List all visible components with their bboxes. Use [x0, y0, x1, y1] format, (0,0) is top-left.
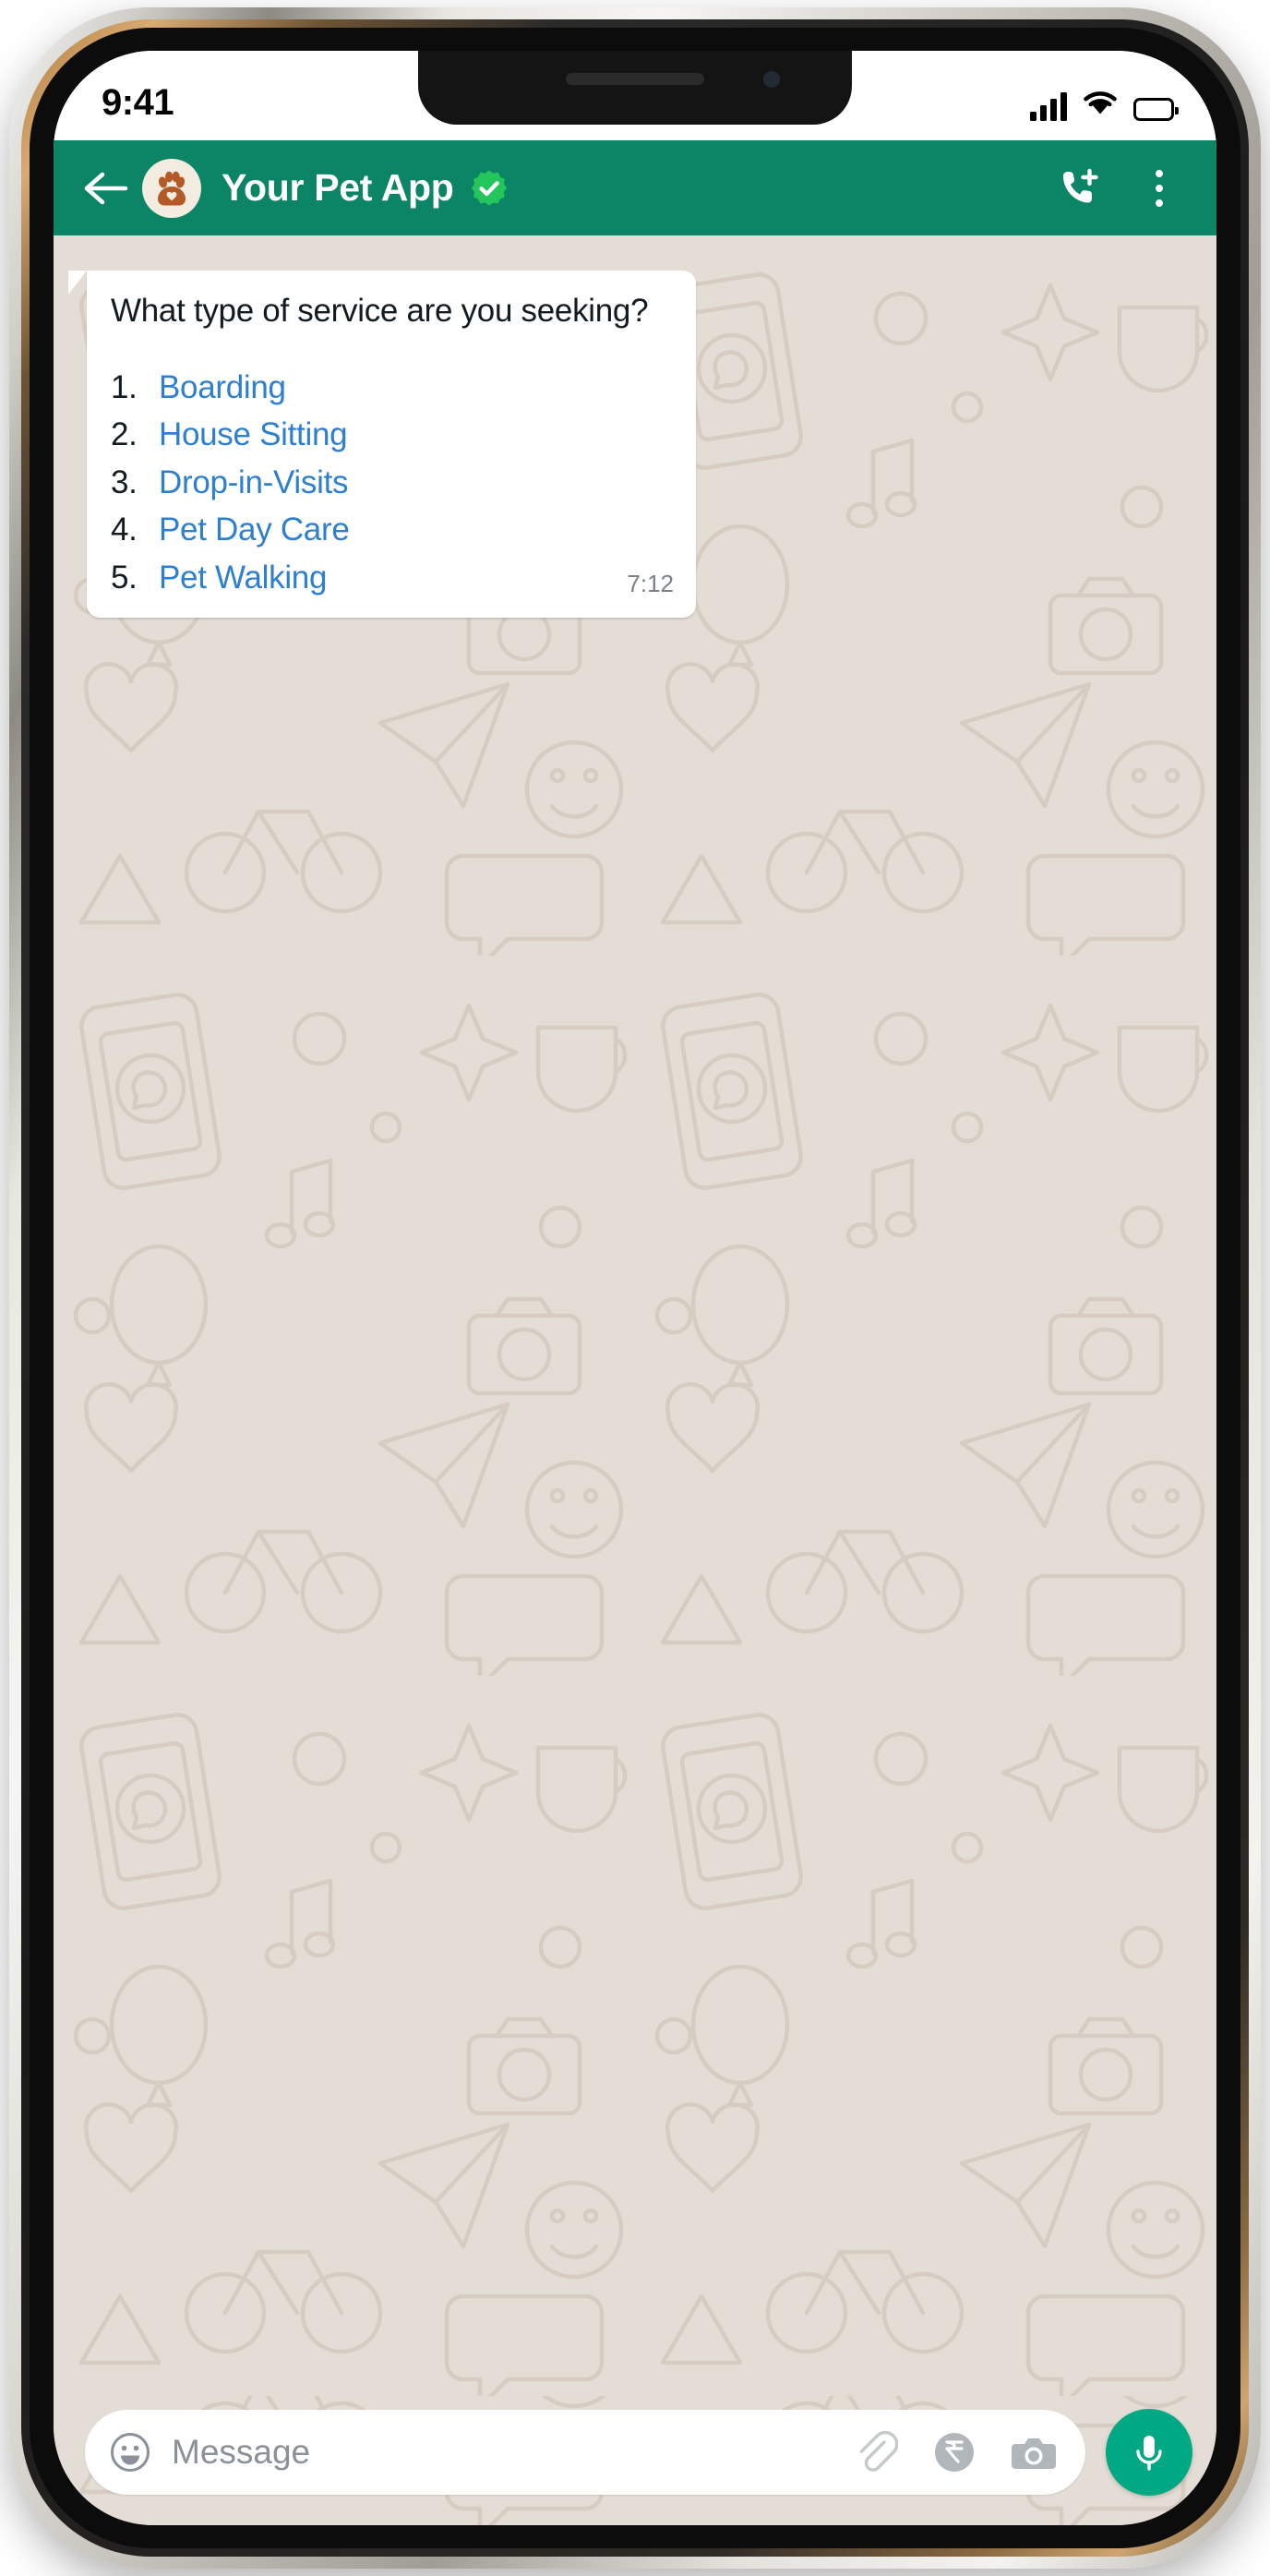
microphone-icon	[1136, 2436, 1162, 2471]
battery-full-icon	[1133, 97, 1179, 121]
message-input-bar	[54, 2396, 1216, 2525]
service-options-list: 1. Boarding 2. House Sitting 3. Drop-in-…	[111, 364, 674, 602]
phone-mockup: 9:41 Your Pet App What type of service a…	[9, 7, 1261, 2569]
list-item[interactable]: 5. Pet Walking 7:12	[111, 554, 674, 602]
phone-screen: 9:41 Your Pet App What type of service a…	[54, 51, 1216, 2525]
list-item-number: 1.	[111, 368, 138, 405]
list-item[interactable]: 4. Pet Day Care	[111, 506, 674, 554]
list-item-number: 4.	[111, 512, 138, 548]
message-question-text: What type of service are you seeking?	[111, 293, 649, 329]
notch-front-camera	[763, 71, 780, 88]
message-input-pill	[85, 2410, 1085, 2495]
list-item-label[interactable]: Pet Walking	[159, 557, 327, 599]
incoming-message-bubble: What type of service are you seeking? 1.…	[68, 271, 696, 619]
verified-check-badge-icon	[469, 168, 509, 209]
list-item[interactable]: 1. Boarding	[111, 364, 674, 412]
add-call-icon[interactable]	[1054, 162, 1108, 215]
chat-message-area: What type of service are you seeking? 1.…	[54, 235, 1216, 2396]
list-item-number: 3.	[111, 463, 138, 500]
wifi-icon	[1081, 88, 1120, 121]
message-timestamp: 7:12	[627, 569, 674, 597]
voice-record-button[interactable]	[1106, 2409, 1192, 2496]
paperclip-icon[interactable]	[851, 2428, 899, 2476]
list-item-label[interactable]: Boarding	[159, 367, 286, 409]
rupee-payment-icon[interactable]	[930, 2428, 978, 2476]
back-arrow-icon[interactable]	[79, 163, 131, 214]
notch-speaker-grille	[566, 73, 704, 85]
chat-header: Your Pet App	[54, 140, 1216, 235]
message-bubble-tail	[68, 271, 87, 295]
overflow-menu-icon[interactable]	[1135, 162, 1183, 215]
list-item-label[interactable]: Pet Day Care	[159, 509, 350, 551]
list-item[interactable]: 3. Drop-in-Visits	[111, 459, 674, 507]
paw-print-avatar-icon[interactable]	[142, 158, 201, 218]
phone-notch	[418, 51, 852, 125]
list-item-label[interactable]: House Sitting	[159, 414, 348, 456]
list-item-label[interactable]: Drop-in-Visits	[159, 462, 349, 504]
list-item-number: 2.	[111, 416, 138, 453]
status-bar-time: 9:41	[102, 82, 174, 123]
list-item[interactable]: 2. House Sitting	[111, 411, 674, 459]
list-item-number: 5.	[111, 559, 138, 596]
cellular-signal-icon	[1030, 91, 1067, 121]
message-input[interactable]	[172, 2433, 820, 2472]
camera-icon[interactable]	[1010, 2428, 1058, 2476]
status-bar-icons	[1030, 71, 1179, 121]
contact-name[interactable]: Your Pet App	[222, 166, 454, 210]
emoji-smiley-icon[interactable]	[109, 2431, 151, 2474]
